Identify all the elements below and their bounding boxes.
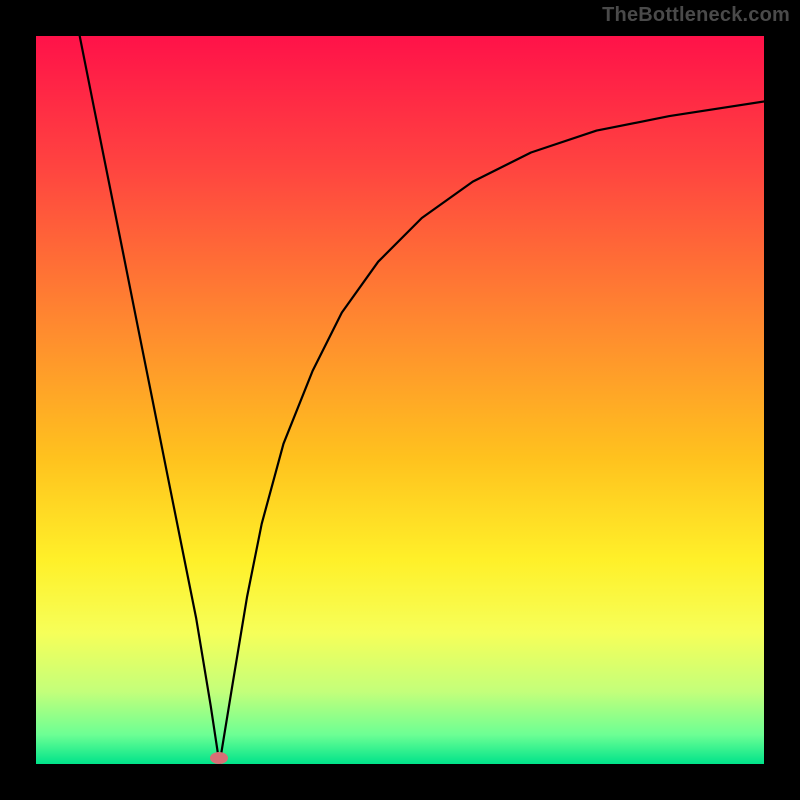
bottleneck-curve [36,36,764,764]
plot-area [36,36,764,764]
watermark-text: TheBottleneck.com [602,4,790,27]
optimum-marker [210,752,228,764]
chart-frame: TheBottleneck.com [0,0,800,800]
